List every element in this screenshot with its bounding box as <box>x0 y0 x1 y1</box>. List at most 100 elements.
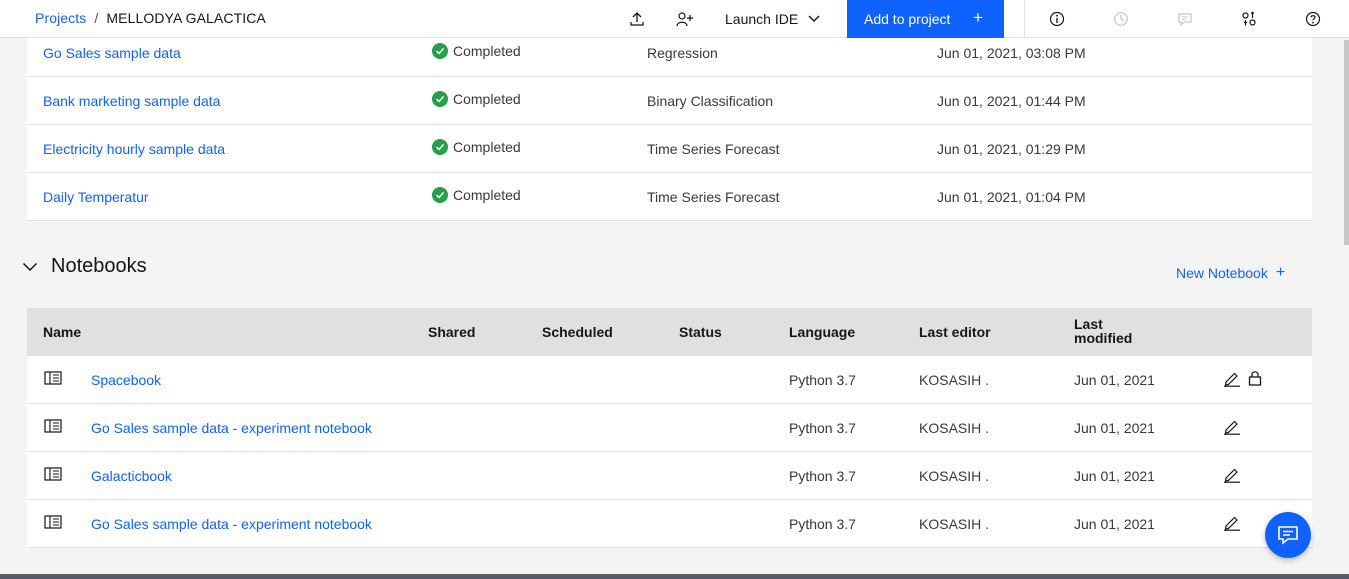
table-row: Spacebook Python 3.7 KOSASIH . Jun 01, 2… <box>27 356 1312 404</box>
column-header-scheduled[interactable]: Scheduled <box>542 324 613 340</box>
chat-button[interactable] <box>1265 512 1311 558</box>
comments-button[interactable] <box>1168 0 1202 38</box>
upload-button[interactable] <box>620 0 654 38</box>
table-header: Name Shared Scheduled Status Language La… <box>27 308 1312 356</box>
experiment-name-link[interactable]: Go Sales sample data <box>43 45 181 61</box>
table-row: Go Sales sample data - experiment notebo… <box>27 500 1312 548</box>
history-button[interactable] <box>1104 0 1138 38</box>
status-text: Completed <box>453 187 521 203</box>
column-header-language[interactable]: Language <box>789 324 855 340</box>
info-button[interactable] <box>1040 0 1074 38</box>
notebook-name-link[interactable]: Spacebook <box>91 372 161 388</box>
notebook-name-link[interactable]: Galacticbook <box>91 468 172 484</box>
status-cell: Completed <box>432 139 521 155</box>
add-icon: + <box>1275 264 1286 281</box>
column-header-status[interactable]: Status <box>679 324 722 340</box>
breadcrumb-separator: / <box>94 10 99 26</box>
add-to-project-button[interactable]: Add to project + <box>847 0 1004 38</box>
settings-adjust-icon <box>1242 11 1256 26</box>
checkmark-filled-icon <box>432 139 448 155</box>
notebooks-section-toggle[interactable]: Notebooks <box>22 255 147 278</box>
edit-icon[interactable] <box>1223 371 1241 390</box>
comment-icon <box>1178 13 1192 27</box>
checkmark-filled-icon <box>432 187 448 203</box>
edit-icon[interactable] <box>1223 467 1241 486</box>
upload-icon <box>630 12 644 26</box>
scrollbar-thumb[interactable] <box>1344 40 1349 245</box>
experiment-name-link[interactable]: Daily Temperatur <box>43 189 149 205</box>
status-text: Completed <box>453 139 521 155</box>
add-collaborator-button[interactable] <box>668 0 702 38</box>
chevron-down-icon <box>22 262 38 271</box>
notebooks-table: Name Shared Scheduled Status Language La… <box>27 308 1312 548</box>
notebook-icon <box>44 371 62 388</box>
experiments-table: Go Sales sample data Completed Regressio… <box>27 29 1312 221</box>
notebook-icon <box>44 419 62 436</box>
chevron-down-icon <box>808 15 820 22</box>
status-text: Completed <box>453 91 521 107</box>
experiment-type: Time Series Forecast <box>647 141 780 157</box>
experiment-type: Binary Classification <box>647 93 774 109</box>
new-notebook-button[interactable]: New Notebook + <box>1176 264 1286 282</box>
edit-icon[interactable] <box>1223 515 1241 534</box>
notebook-name-link[interactable]: Go Sales sample data - experiment notebo… <box>91 516 372 532</box>
notebook-last-editor: KOSASIH . <box>919 372 990 388</box>
experiment-date: Jun 01, 2021, 01:29 PM <box>937 141 1086 157</box>
breadcrumb-current-project: MELLODYA GALACTICA <box>106 10 266 26</box>
status-cell: Completed <box>432 187 521 203</box>
checkmark-filled-icon <box>432 91 448 107</box>
table-row: Daily Temperatur Completed Time Series F… <box>27 173 1312 221</box>
notebook-last-editor: KOSASIH . <box>919 516 990 532</box>
experiment-date: Jun 01, 2021, 03:08 PM <box>937 45 1086 61</box>
settings-adjust-button[interactable] <box>1232 0 1266 38</box>
lock-icon[interactable] <box>1248 370 1262 389</box>
notebook-last-modified: Jun 01, 2021 <box>1074 516 1155 532</box>
section-title: Notebooks <box>51 255 147 277</box>
help-button[interactable] <box>1296 0 1330 38</box>
table-row: Go Sales sample data - experiment notebo… <box>27 404 1312 452</box>
breadcrumb-projects-link[interactable]: Projects <box>35 10 86 26</box>
column-header-last-editor[interactable]: Last editor <box>919 324 991 340</box>
notebook-language: Python 3.7 <box>789 468 856 484</box>
header-divider <box>1024 0 1025 38</box>
bottom-taskbar <box>0 574 1349 579</box>
notebook-language: Python 3.7 <box>789 372 856 388</box>
experiment-date: Jun 01, 2021, 01:04 PM <box>937 189 1086 205</box>
top-header: Projects / MELLODYA GALACTICA Launch IDE A… <box>0 0 1349 38</box>
notebook-last-modified: Jun 01, 2021 <box>1074 468 1155 484</box>
notebook-language: Python 3.7 <box>789 516 856 532</box>
table-row: Electricity hourly sample data Completed… <box>27 125 1312 173</box>
help-icon <box>1305 11 1321 27</box>
experiment-type: Regression <box>647 45 718 61</box>
new-notebook-label: New Notebook <box>1176 265 1268 281</box>
notebook-last-modified: Jun 01, 2021 <box>1074 420 1155 436</box>
table-row: Bank marketing sample data Completed Bin… <box>27 77 1312 125</box>
column-header-shared[interactable]: Shared <box>428 324 475 340</box>
breadcrumb: Projects / MELLODYA GALACTICA <box>35 10 266 26</box>
experiment-type: Time Series Forecast <box>647 189 780 205</box>
notebook-icon <box>44 515 62 532</box>
notebook-language: Python 3.7 <box>789 420 856 436</box>
status-cell: Completed <box>432 91 521 107</box>
add-collaborator-icon <box>676 12 693 27</box>
notebook-last-editor: KOSASIH . <box>919 420 990 436</box>
add-to-project-label: Add to project <box>864 11 951 27</box>
experiment-name-link[interactable]: Electricity hourly sample data <box>43 141 225 157</box>
status-cell: Completed <box>432 43 521 59</box>
table-row: Galacticbook Python 3.7 KOSASIH . Jun 01… <box>27 452 1312 500</box>
info-icon <box>1049 11 1065 27</box>
checkmark-filled-icon <box>432 43 448 59</box>
launch-ide-dropdown[interactable]: Launch IDE <box>725 0 820 38</box>
experiment-name-link[interactable]: Bank marketing sample data <box>43 93 220 109</box>
notebook-icon <box>44 467 62 484</box>
notebook-name-link[interactable]: Go Sales sample data - experiment notebo… <box>91 420 372 436</box>
notebook-last-modified: Jun 01, 2021 <box>1074 372 1155 388</box>
edit-icon[interactable] <box>1223 419 1241 438</box>
history-icon <box>1114 12 1128 26</box>
chat-icon <box>1278 526 1298 545</box>
column-header-last-modified[interactable]: Last modified <box>1074 317 1132 345</box>
status-text: Completed <box>453 43 521 59</box>
column-header-name[interactable]: Name <box>43 324 81 340</box>
experiment-date: Jun 01, 2021, 01:44 PM <box>937 93 1086 109</box>
add-icon: + <box>973 8 983 27</box>
